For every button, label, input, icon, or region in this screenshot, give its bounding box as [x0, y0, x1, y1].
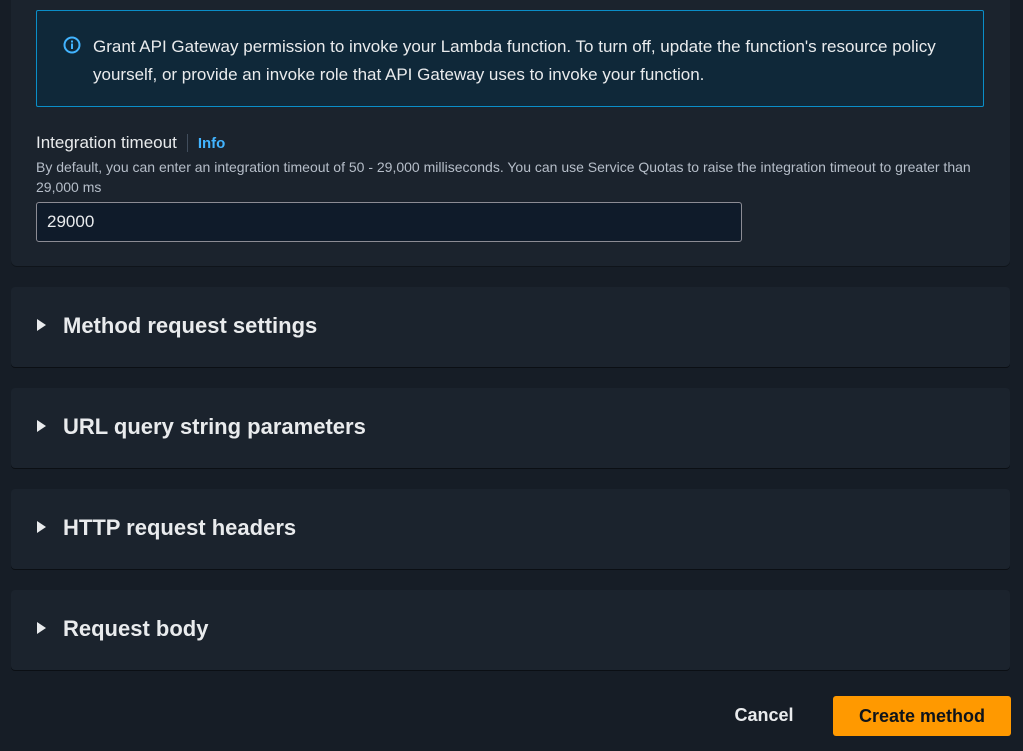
section-title: URL query string parameters	[63, 414, 366, 439]
section-title: HTTP request headers	[63, 515, 297, 540]
section-title: Method request settings	[63, 313, 318, 338]
info-icon	[63, 36, 81, 54]
request-body-section[interactable]: Request body	[11, 590, 1010, 670]
info-alert: Grant API Gateway permission to invoke y…	[36, 10, 984, 107]
integration-timeout-input[interactable]	[36, 202, 742, 242]
label-divider	[186, 134, 188, 152]
create-method-page: Grant API Gateway permission to invoke y…	[0, 0, 1023, 751]
integration-timeout-label: Integration timeout	[36, 133, 177, 152]
info-link[interactable]: Info	[198, 135, 226, 152]
caret-right-icon	[37, 319, 46, 331]
alert-message: Grant API Gateway permission to invoke y…	[93, 37, 936, 84]
caret-right-icon	[37, 622, 46, 634]
http-request-headers-section[interactable]: HTTP request headers	[11, 489, 1010, 569]
caret-right-icon	[37, 420, 46, 432]
url-query-string-parameters-section[interactable]: URL query string parameters	[11, 388, 1010, 468]
integration-timeout-description: By default, you can enter an integration…	[36, 159, 971, 195]
create-method-button[interactable]: Create method	[833, 696, 1011, 736]
method-request-settings-section[interactable]: Method request settings	[11, 287, 1010, 367]
integration-timeout-label-row: Integration timeout Info	[36, 133, 225, 153]
section-title: Request body	[63, 616, 209, 641]
caret-right-icon	[37, 521, 46, 533]
cancel-button[interactable]: Cancel	[716, 696, 812, 734]
